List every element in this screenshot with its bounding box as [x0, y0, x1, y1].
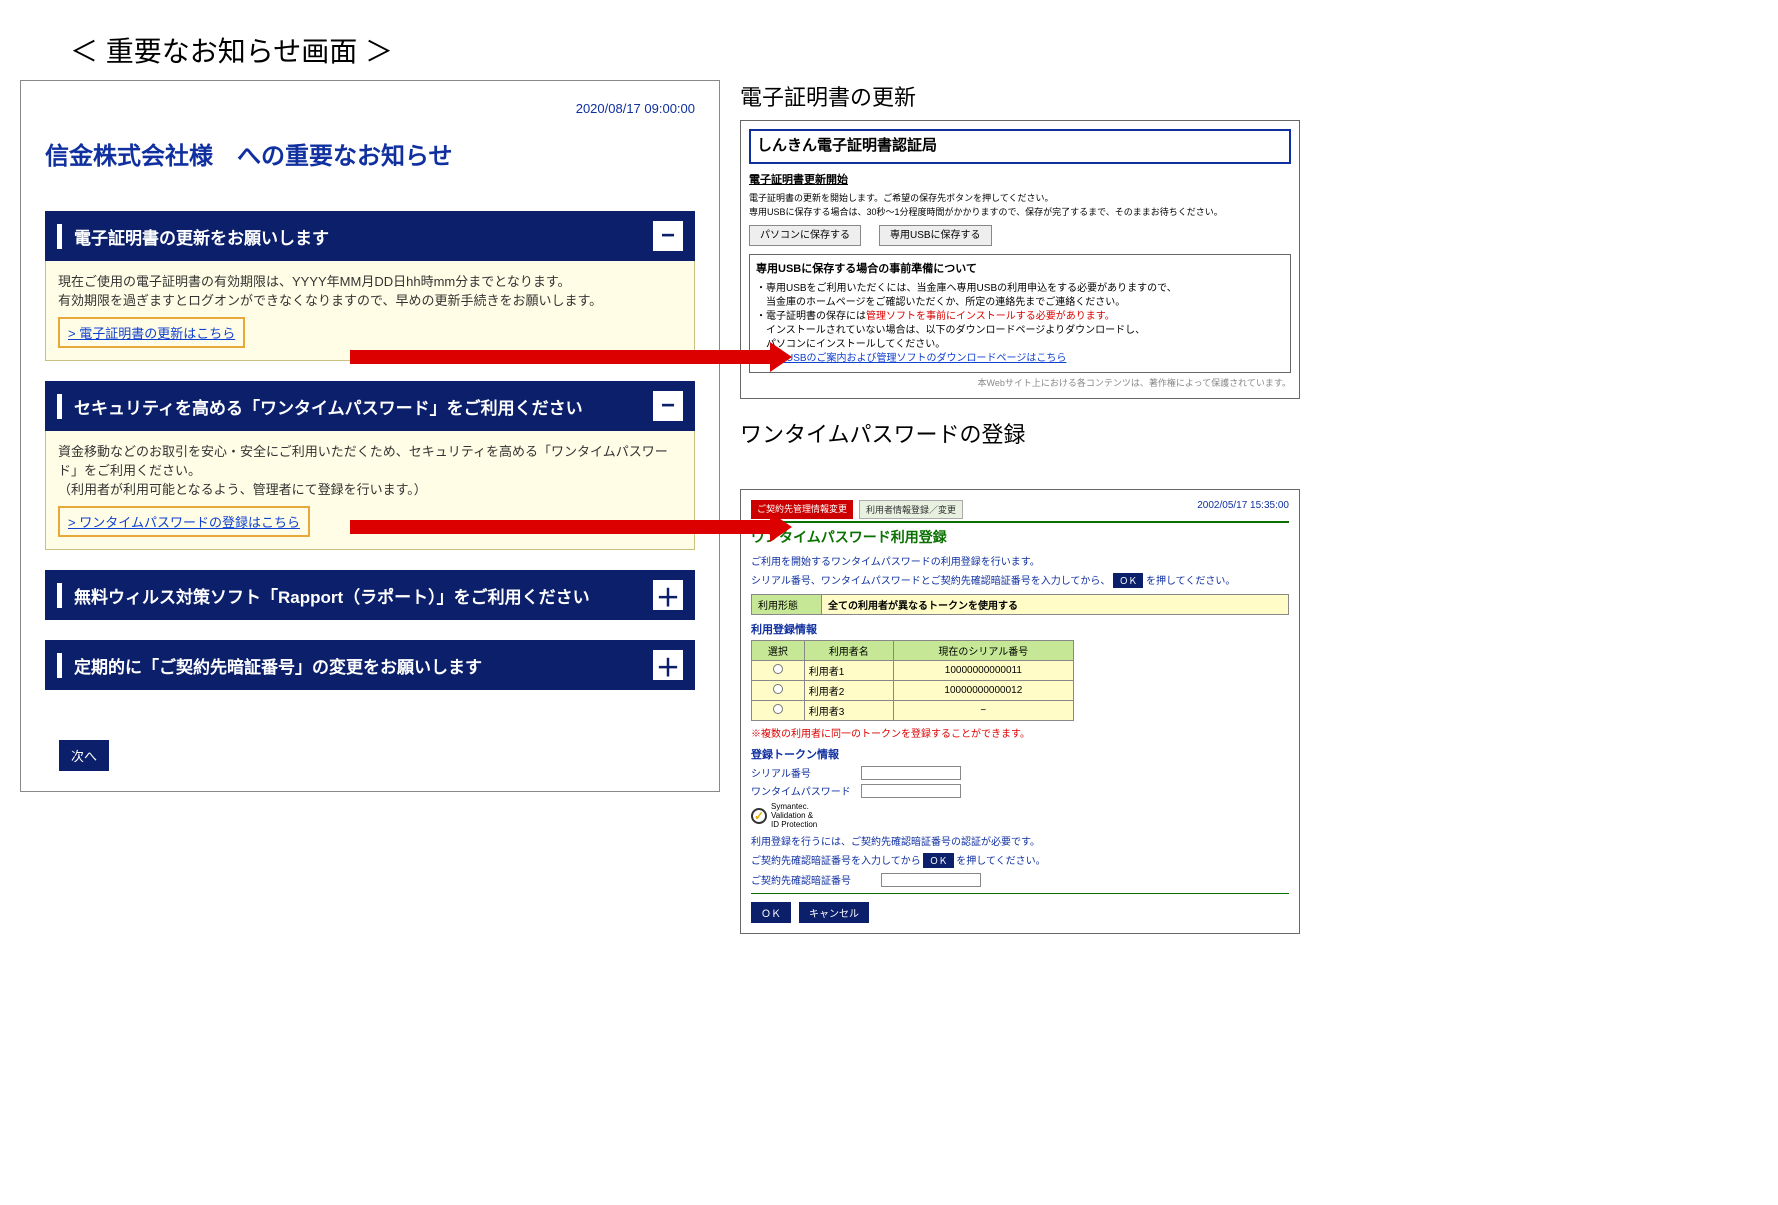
otp-heading: ワンタイムパスワードの登録	[740, 417, 1300, 449]
cert-note: パソコンにインストールしてください。	[756, 338, 1284, 352]
table-row: 利用者3 −	[752, 701, 1074, 721]
expand-icon[interactable]: ＋	[653, 580, 683, 610]
link-highlight: > ワンタイムパスワードの登録はこちら	[58, 506, 310, 537]
accordion-rapport: 無料ウィルス対策ソフト「Rapport（ラポート）」をご利用ください ＋	[45, 570, 695, 620]
serial-label: シリアル番号	[751, 765, 861, 780]
arrow-icon	[350, 520, 770, 534]
usage-label: 利用形態	[752, 595, 822, 614]
serial-number: 10000000000012	[893, 681, 1073, 701]
accordion-cert: 電子証明書の更新をお願いします − 現在ご使用の電子証明書の有効期限は、YYYY…	[45, 211, 695, 361]
otp-bottom-text: 利用登録を行うには、ご契約先確認暗証番号の認証が必要です。	[751, 833, 1289, 848]
select-radio[interactable]	[773, 704, 783, 714]
otp-bottom-text: ご契約先確認暗証番号を入力してから ＯＫ を押してください。	[751, 852, 1289, 868]
cert-box-title: 専用USBに保存する場合の事前準備について	[756, 261, 1284, 278]
accordion-body: 現在ご使用の電子証明書の有効期限は、YYYY年MM月DD日hh時mm分までとなり…	[45, 261, 695, 361]
serial-number: 10000000000011	[893, 661, 1073, 681]
expand-icon[interactable]: ＋	[653, 650, 683, 680]
select-radio[interactable]	[773, 684, 783, 694]
notice-title: 信金株式会社様 への重要なお知らせ	[45, 136, 695, 171]
cert-panel-title: しんきん電子証明書認証局	[749, 129, 1291, 164]
save-pc-button[interactable]: パソコンに保存する	[749, 225, 861, 246]
check-icon: ✓	[751, 808, 767, 824]
user-name: 利用者1	[804, 661, 893, 681]
accordion-header-cert[interactable]: 電子証明書の更新をお願いします −	[45, 211, 695, 261]
page-title: ＜ 重要なお知らせ画面 ＞	[70, 30, 1360, 70]
link-highlight: > 電子証明書の更新はこちら	[58, 317, 245, 348]
next-button[interactable]: 次へ	[59, 740, 109, 771]
otp-input[interactable]	[861, 784, 961, 798]
user-table: 選択 利用者名 現在のシリアル番号 利用者1 10000000000011 利用…	[751, 640, 1074, 721]
otp-text: ご利用を開始するワンタイムパスワードの利用登録を行います。	[751, 553, 1289, 568]
otp-title: ワンタイムパスワード利用登録	[751, 521, 1289, 547]
user-name: 利用者3	[804, 701, 893, 721]
notice-panel: 2020/08/17 09:00:00 信金株式会社様 への重要なお知らせ 電子…	[20, 80, 720, 792]
cert-panel: しんきん電子証明書認証局 電子証明書更新開始 電子証明書の更新を開始します。ご希…	[740, 120, 1300, 399]
th-serial: 現在のシリアル番号	[893, 641, 1073, 661]
collapse-icon[interactable]: −	[653, 221, 683, 251]
body-text: 現在ご使用の電子証明書の有効期限は、YYYY年MM月DD日hh時mm分までとなり…	[58, 271, 682, 290]
cert-footer: 本Webサイト上における各コンテンツは、著作権によって保護されています。	[749, 377, 1291, 391]
accordion-title: 電子証明書の更新をお願いします	[57, 224, 653, 249]
otp-timestamp: 2002/05/17 15:35:00	[1197, 500, 1289, 511]
serial-number: −	[893, 701, 1073, 721]
accordion-header-otp[interactable]: セキュリティを高める「ワンタイムパスワード」をご利用ください −	[45, 381, 695, 431]
select-radio[interactable]	[773, 664, 783, 674]
accordion-title: セキュリティを高める「ワンタイムパスワード」をご利用ください	[57, 394, 653, 419]
body-text: （利用者が利用可能となるよう、管理者にて登録を行います。）	[58, 479, 682, 498]
ok-inline-button: ＯＫ	[923, 853, 953, 868]
cert-note: インストールされていない場合は、以下のダウンロードページよりダウンロードし、	[756, 324, 1284, 338]
pin-input[interactable]	[881, 873, 981, 887]
tab-user-info[interactable]: 利用者情報登録／変更	[859, 500, 963, 519]
cert-heading: 電子証明書の更新	[740, 80, 1300, 112]
accordion-header-rapport[interactable]: 無料ウィルス対策ソフト「Rapport（ラポート）」をご利用ください ＋	[45, 570, 695, 620]
otp-register-link[interactable]: > ワンタイムパスワードの登録はこちら	[68, 515, 300, 530]
cert-download-link[interactable]: 専用USBのご案内および管理ソフトのダウンロードページはこちら	[756, 352, 1284, 366]
reg-info-label: 利用登録情報	[751, 621, 1289, 637]
accordion-header-pin[interactable]: 定期的に「ご契約先暗証番号」の変更をお願いします ＋	[45, 640, 695, 690]
save-usb-button[interactable]: 専用USBに保存する	[879, 225, 992, 246]
accordion-pin: 定期的に「ご契約先暗証番号」の変更をお願いします ＋	[45, 640, 695, 690]
token-info-label: 登録トークン情報	[751, 746, 1289, 762]
cert-text: 電子証明書の更新を開始します。ご希望の保存先ボタンを押してください。 専用USB…	[749, 192, 1291, 219]
body-text: 有効期限を過ぎますとログオンができなくなりますので、早めの更新手続きをお願いしま…	[58, 290, 682, 309]
accordion-title: 無料ウィルス対策ソフト「Rapport（ラポート）」をご利用ください	[57, 583, 653, 608]
collapse-icon[interactable]: −	[653, 391, 683, 421]
cert-subhead: 電子証明書更新開始	[749, 172, 1291, 189]
th-username: 利用者名	[804, 641, 893, 661]
otp-note: ※複数の利用者に同一のトークンを登録することができます。	[751, 725, 1289, 740]
usage-row: 利用形態 全ての利用者が異なるトークンを使用する	[751, 594, 1289, 615]
symantec-badge: ✓ Symantec.Validation &ID Protection	[751, 802, 1289, 829]
otp-label: ワンタイムパスワード	[751, 783, 861, 798]
body-text: 資金移動などのお取引を安心・安全にご利用いただくため、セキュリティを高める「ワン…	[58, 441, 682, 479]
otp-panel: ご契約先管理情報変更 利用者情報登録／変更 2002/05/17 15:35:0…	[740, 489, 1300, 934]
pin-label: ご契約先確認暗証番号	[751, 872, 881, 887]
timestamp: 2020/08/17 09:00:00	[45, 101, 695, 116]
tab-contract-info[interactable]: ご契約先管理情報変更	[751, 500, 853, 519]
ok-button[interactable]: ＯＫ	[751, 902, 791, 923]
th-select: 選択	[752, 641, 805, 661]
usage-value: 全ての利用者が異なるトークンを使用する	[822, 595, 1288, 614]
serial-input[interactable]	[861, 766, 961, 780]
cert-note: ・電子証明書の保存には管理ソフトを事前にインストールする必要があります。	[756, 310, 1284, 324]
cert-info-box: 専用USBに保存する場合の事前準備について ・専用USBをご利用いただくには、当…	[749, 254, 1291, 373]
otp-text: シリアル番号、ワンタイムパスワードとご契約先確認暗証番号を入力してから、 ＯＫ …	[751, 572, 1289, 588]
table-row: 利用者2 10000000000012	[752, 681, 1074, 701]
cert-note: 当金庫のホームページをご確認いただくか、所定の連絡先までご連絡ください。	[756, 296, 1284, 310]
cancel-button[interactable]: キャンセル	[799, 902, 869, 923]
arrow-icon	[350, 350, 770, 364]
user-name: 利用者2	[804, 681, 893, 701]
cert-note: ・専用USBをご利用いただくには、当金庫へ専用USBの利用申込をする必要がありま…	[756, 282, 1284, 296]
cert-update-link[interactable]: > 電子証明書の更新はこちら	[68, 326, 235, 341]
ok-inline-button: ＯＫ	[1113, 573, 1143, 588]
accordion-title: 定期的に「ご契約先暗証番号」の変更をお願いします	[57, 653, 653, 678]
table-row: 利用者1 10000000000011	[752, 661, 1074, 681]
